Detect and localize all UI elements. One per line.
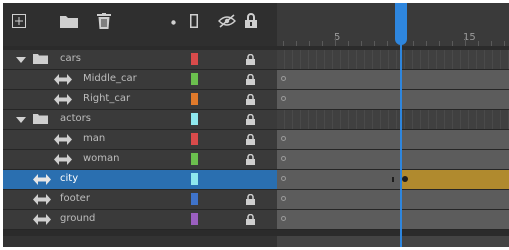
motion-tween-span[interactable] — [400, 170, 509, 189]
layer-color-swatch[interactable] — [191, 193, 198, 205]
frame-track[interactable] — [277, 130, 509, 149]
layer-row-right-car[interactable]: Right_car — [3, 90, 509, 109]
outline-icon[interactable] — [190, 14, 198, 28]
empty-keyframe[interactable] — [281, 96, 286, 101]
ruler-tick — [335, 37, 336, 46]
frame-track[interactable] — [277, 190, 509, 209]
layer-name: city — [60, 173, 79, 184]
empty-keyframe[interactable] — [281, 216, 286, 221]
layer-name: man — [83, 133, 106, 144]
motion-tween-icon — [33, 174, 51, 185]
ruler-tick — [348, 41, 349, 46]
motion-tween-icon — [54, 134, 72, 145]
layer-color-swatch[interactable] — [191, 53, 198, 65]
lock-icon[interactable] — [245, 13, 257, 28]
playhead-line — [400, 43, 402, 247]
new-layer-icon[interactable] — [12, 14, 26, 28]
layer-name: Middle_car — [83, 73, 137, 84]
ruler-tick — [387, 41, 388, 46]
keyframe-marker[interactable] — [392, 177, 394, 182]
frame-track[interactable] — [277, 90, 509, 109]
layer-row-middle-car[interactable]: Middle_car — [3, 70, 509, 89]
motion-tween-icon — [54, 154, 72, 165]
lock-icon[interactable] — [246, 214, 255, 225]
motion-tween-icon — [54, 94, 72, 105]
layer-row-ground[interactable]: ground — [3, 210, 509, 229]
layer-name: footer — [60, 193, 90, 204]
layer-row-woman[interactable]: woman — [3, 150, 509, 169]
lock-icon[interactable] — [246, 74, 255, 85]
lock-icon[interactable] — [246, 114, 255, 125]
frame-track[interactable] — [277, 70, 509, 89]
layer-color-swatch[interactable] — [191, 173, 198, 185]
layer-row-footer[interactable]: footer — [3, 190, 509, 209]
ruler-tick — [283, 41, 284, 46]
ruler-tick — [478, 41, 479, 46]
motion-tween-icon — [33, 214, 51, 225]
row-divider — [3, 229, 509, 230]
ruler-tick — [374, 41, 375, 46]
frame-ruler[interactable]: 5 15 — [277, 3, 509, 46]
motion-tween-icon — [33, 194, 51, 205]
empty-keyframe[interactable] — [281, 76, 286, 81]
ruler-tick — [361, 41, 362, 46]
frame-track[interactable] — [277, 50, 509, 69]
layer-color-swatch[interactable] — [191, 133, 198, 145]
empty-keyframe[interactable] — [281, 156, 286, 161]
ruler-tick — [439, 41, 440, 46]
layer-color-swatch[interactable] — [191, 213, 198, 225]
layer-color-swatch[interactable] — [191, 153, 198, 165]
ruler-tick — [465, 37, 466, 46]
empty-keyframe[interactable] — [281, 196, 286, 201]
layer-name: actors — [60, 113, 91, 124]
delete-layer-icon[interactable] — [97, 13, 111, 29]
playhead-handle[interactable] — [395, 3, 407, 45]
ruler-tick — [452, 41, 453, 46]
lock-icon[interactable] — [246, 54, 255, 65]
frame-track[interactable] — [277, 110, 509, 129]
layer-color-swatch[interactable] — [191, 73, 198, 85]
layer-name: woman — [83, 153, 120, 164]
frame-track[interactable] — [277, 150, 509, 169]
layer-row-cars[interactable]: cars — [3, 50, 509, 69]
layer-color-swatch[interactable] — [191, 93, 198, 105]
ruler-tick — [491, 41, 492, 46]
visibility-icon[interactable] — [218, 14, 236, 28]
layer-row-city[interactable]: city — [3, 170, 509, 189]
ruler-tick — [426, 41, 427, 46]
layer-name: cars — [60, 53, 81, 64]
timeline-panel: 5 15 cars Middle_car Right_car actors ma… — [3, 3, 509, 247]
layer-panel-footer — [3, 236, 277, 247]
keyframe[interactable] — [402, 176, 408, 182]
timeline-scroll-area[interactable] — [277, 236, 509, 247]
empty-keyframe[interactable] — [281, 136, 286, 141]
ruler-tick — [296, 41, 297, 46]
lock-icon[interactable] — [246, 94, 255, 105]
folder-icon — [33, 54, 48, 64]
layer-color-swatch[interactable] — [191, 113, 198, 125]
ruler-tick — [413, 41, 414, 46]
new-folder-icon[interactable] — [60, 14, 78, 28]
layer-row-actors[interactable]: actors — [3, 110, 509, 129]
empty-keyframe[interactable] — [281, 176, 286, 181]
folder-icon — [33, 114, 48, 124]
layer-row-man[interactable]: man — [3, 130, 509, 149]
frame-track[interactable] — [277, 210, 509, 229]
highlight-dot-icon[interactable] — [171, 20, 176, 25]
ruler-tick — [322, 41, 323, 46]
lock-icon[interactable] — [246, 134, 255, 145]
lock-icon[interactable] — [246, 154, 255, 165]
ruler-tick — [309, 41, 310, 46]
chevron-down-icon[interactable] — [16, 57, 26, 63]
layer-toolbar — [3, 3, 277, 46]
motion-tween-icon — [54, 74, 72, 85]
ruler-tick — [504, 41, 505, 46]
chevron-down-icon[interactable] — [16, 117, 26, 123]
layer-name: ground — [60, 213, 96, 224]
lock-icon[interactable] — [246, 194, 255, 205]
layer-name: Right_car — [83, 93, 131, 104]
